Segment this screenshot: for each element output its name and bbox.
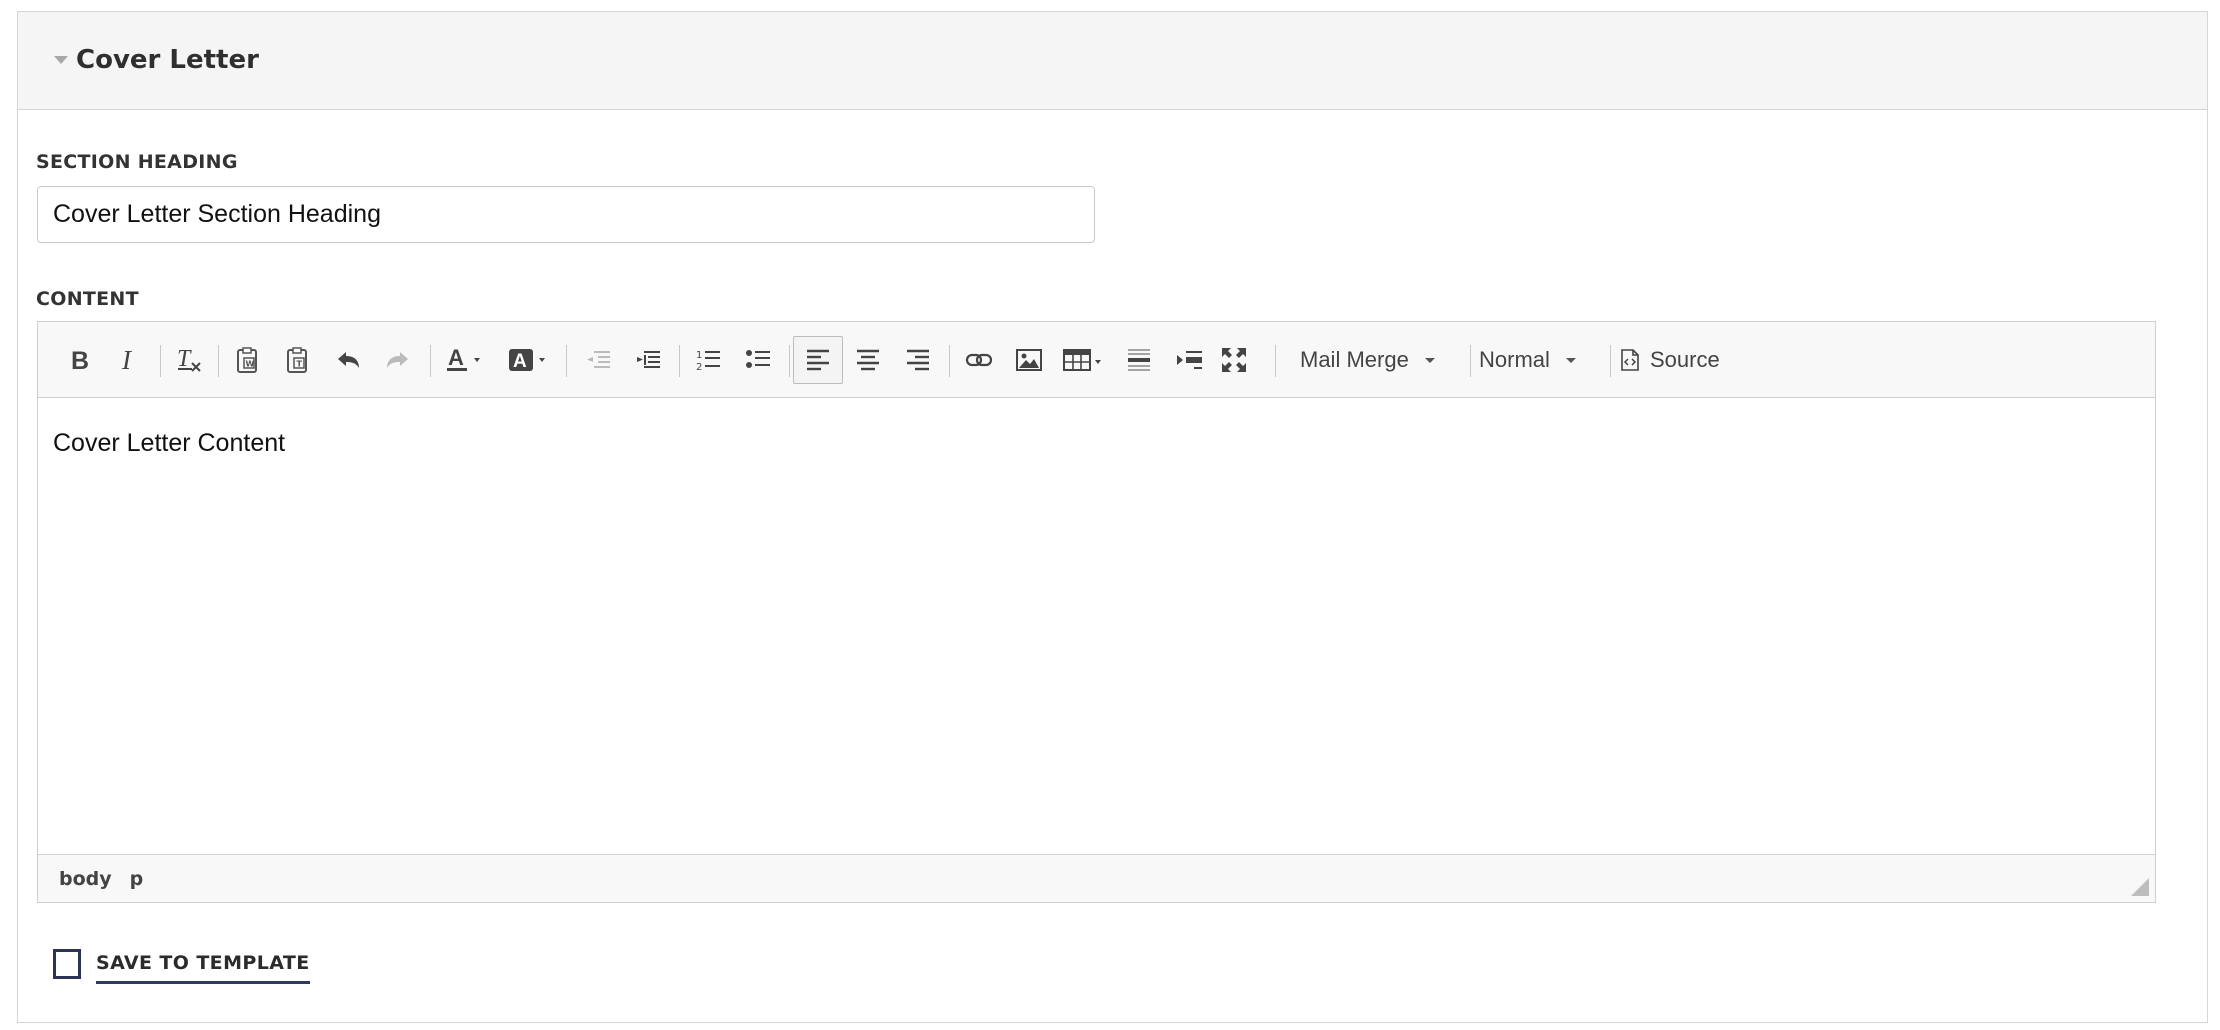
align-center-icon[interactable] bbox=[848, 336, 888, 384]
svg-text:A: A bbox=[448, 345, 464, 370]
source-icon bbox=[1620, 348, 1640, 372]
remove-format-icon[interactable]: T bbox=[169, 336, 209, 384]
undo-icon[interactable] bbox=[328, 336, 368, 384]
editor-toolbar: B I T W T A A 1 2 Mail Merge Normal Sour… bbox=[38, 322, 2155, 398]
editor-path-bar: body p bbox=[38, 854, 2155, 902]
content-label: CONTENT bbox=[36, 288, 139, 310]
outdent-icon[interactable] bbox=[578, 336, 618, 384]
toolbar-separator bbox=[789, 345, 790, 377]
toolbar-separator bbox=[160, 345, 161, 377]
save-to-template-label[interactable]: SAVE TO TEMPLATE bbox=[96, 952, 310, 984]
toolbar-separator bbox=[218, 345, 219, 377]
editor-paragraph[interactable]: Cover Letter Content bbox=[53, 427, 2140, 459]
italic-icon[interactable]: I bbox=[109, 336, 149, 384]
toolbar-separator bbox=[430, 345, 431, 377]
section-heading-input[interactable] bbox=[37, 186, 1095, 243]
mail-merge-label: Mail Merge bbox=[1300, 347, 1409, 372]
table-icon[interactable] bbox=[1056, 336, 1112, 384]
svg-text:1: 1 bbox=[696, 350, 702, 361]
svg-text:B: B bbox=[71, 347, 89, 373]
align-left-icon[interactable] bbox=[793, 336, 843, 384]
maximize-icon[interactable] bbox=[1214, 336, 1254, 384]
panel-title: Cover Letter bbox=[76, 45, 259, 75]
svg-text:W: W bbox=[246, 360, 255, 369]
chevron-down-icon bbox=[1565, 357, 1576, 363]
toolbar-separator bbox=[566, 345, 567, 377]
bold-icon[interactable]: B bbox=[60, 336, 100, 384]
resize-handle-icon[interactable] bbox=[2131, 878, 2149, 896]
image-icon[interactable] bbox=[1009, 336, 1049, 384]
format-label: Normal bbox=[1479, 347, 1550, 372]
horizontal-line-icon[interactable] bbox=[1119, 336, 1159, 384]
rich-text-editor: B I T W T A A 1 2 Mail Merge Normal Sour… bbox=[37, 321, 2156, 903]
editor-content-area[interactable]: Cover Letter Content bbox=[38, 399, 2155, 854]
svg-text:2: 2 bbox=[696, 362, 702, 373]
svg-text:I: I bbox=[121, 347, 133, 373]
caret-down-icon[interactable] bbox=[54, 56, 68, 64]
mail-merge-dropdown[interactable]: Mail Merge bbox=[1300, 336, 1450, 384]
toolbar-separator bbox=[679, 345, 680, 377]
panel-header[interactable]: Cover Letter bbox=[18, 12, 2207, 110]
align-right-icon[interactable] bbox=[898, 336, 938, 384]
paste-as-text-icon[interactable]: T bbox=[278, 336, 318, 384]
section-heading-label: SECTION HEADING bbox=[36, 151, 238, 173]
indent-icon[interactable] bbox=[628, 336, 668, 384]
svg-text:A: A bbox=[513, 351, 527, 372]
svg-text:T: T bbox=[297, 360, 303, 369]
format-dropdown[interactable]: Normal bbox=[1479, 336, 1599, 384]
bulleted-list-icon[interactable] bbox=[738, 336, 778, 384]
numbered-list-icon[interactable]: 12 bbox=[688, 336, 728, 384]
background-color-icon[interactable]: A bbox=[500, 336, 556, 384]
path-item-p[interactable]: p bbox=[130, 868, 144, 890]
source-button[interactable]: Source bbox=[1620, 336, 1730, 384]
redo-icon[interactable] bbox=[378, 336, 418, 384]
toolbar-separator bbox=[1275, 345, 1276, 377]
toolbar-separator bbox=[949, 345, 950, 377]
source-label: Source bbox=[1650, 347, 1720, 372]
paste-from-word-icon[interactable]: W bbox=[228, 336, 268, 384]
chevron-down-icon bbox=[1424, 357, 1435, 363]
link-icon[interactable] bbox=[959, 336, 999, 384]
path-item-body[interactable]: body bbox=[59, 868, 112, 890]
save-to-template-checkbox[interactable] bbox=[53, 949, 81, 979]
toolbar-separator bbox=[1470, 345, 1471, 377]
text-color-icon[interactable]: A bbox=[438, 336, 494, 384]
page-break-icon[interactable] bbox=[1169, 336, 1209, 384]
toolbar-separator bbox=[1610, 345, 1611, 377]
